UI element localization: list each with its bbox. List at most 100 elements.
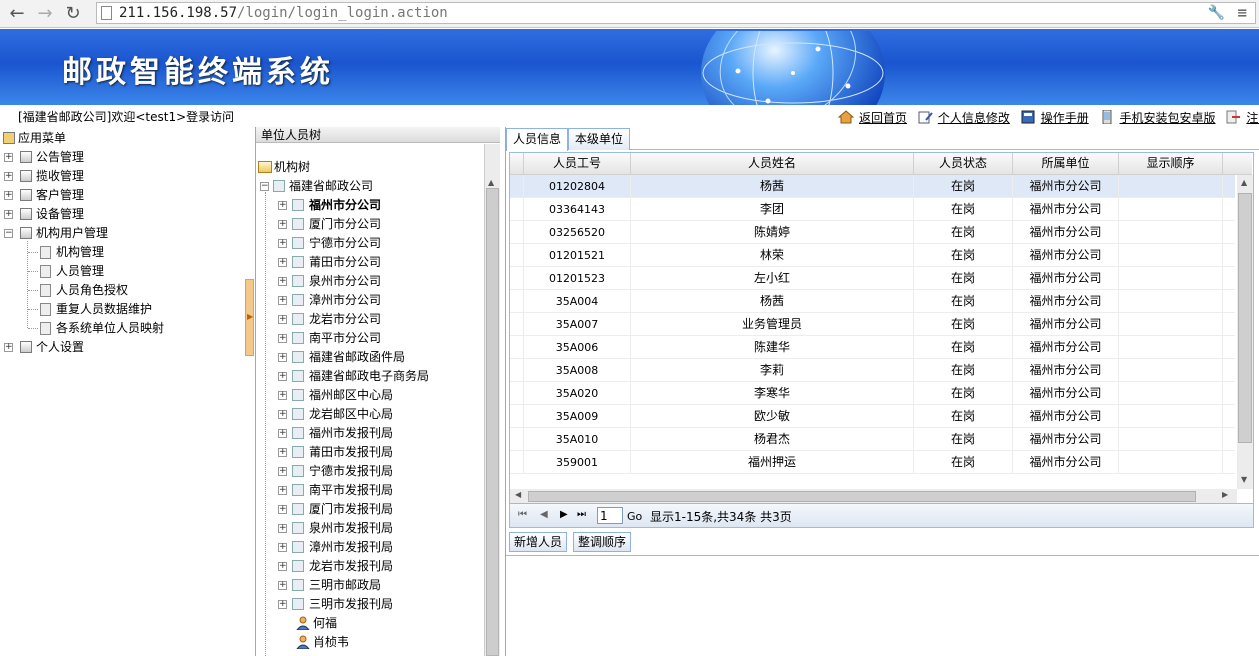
expand-icon[interactable]: + <box>278 277 287 286</box>
menu-group[interactable]: + 揽收管理 <box>0 167 240 186</box>
grid-vscroll-thumb[interactable] <box>1238 193 1252 443</box>
expand-icon[interactable]: + <box>278 258 287 267</box>
grid-hscroll-thumb[interactable] <box>528 491 1196 502</box>
expand-icon[interactable]: + <box>278 391 287 400</box>
expand-icon[interactable]: + <box>278 372 287 381</box>
table-row[interactable]: 35A007 业务管理员 在岗 福州市分公司 <box>510 313 1235 336</box>
page-number-input[interactable] <box>597 507 623 524</box>
table-row[interactable]: 01201523 左小红 在岗 福州市分公司 <box>510 267 1235 290</box>
menu-icon[interactable]: ≡ <box>1237 3 1247 23</box>
reload-icon[interactable]: ↻ <box>62 3 84 25</box>
expand-icon[interactable]: + <box>278 220 287 229</box>
person-label: 肖桢韦 <box>313 635 350 649</box>
expand-icon[interactable]: + <box>4 153 13 162</box>
menu-group[interactable]: + 设备管理 <box>0 205 240 224</box>
menu-item[interactable]: 人员角色授权 <box>0 281 240 300</box>
go-button[interactable]: Go <box>627 510 642 523</box>
column-header[interactable]: 显示顺序 <box>1119 153 1223 174</box>
table-row[interactable]: 03364143 李团 在岗 福州市分公司 <box>510 198 1235 221</box>
home-link[interactable]: 返回首页 <box>838 109 907 126</box>
address-bar[interactable]: 211.156.198.57/login/login_login.action … <box>96 2 1256 24</box>
tab-person-info[interactable]: 人员信息 <box>506 128 569 151</box>
scroll-left-icon[interactable]: ◀ <box>515 490 521 499</box>
expand-icon[interactable]: + <box>278 353 287 362</box>
row-marker <box>510 313 524 336</box>
expand-icon[interactable]: + <box>278 334 287 343</box>
column-header[interactable]: 人员状态 <box>914 153 1013 174</box>
table-row[interactable]: 35A006 陈建华 在岗 福州市分公司 <box>510 336 1235 359</box>
table-cell: 35A008 <box>524 359 631 382</box>
tree-scrollbar[interactable]: ▲ <box>484 144 500 656</box>
org-icon <box>292 256 304 268</box>
scroll-down-icon[interactable]: ▼ <box>1241 475 1247 484</box>
expand-icon[interactable]: + <box>278 600 287 609</box>
collapse-icon[interactable]: − <box>4 229 13 238</box>
scroll-up-icon[interactable]: ▲ <box>1241 178 1247 187</box>
table-row[interactable]: 35A020 李寒华 在岗 福州市分公司 <box>510 382 1235 405</box>
table-row[interactable]: 35A010 杨君杰 在岗 福州市分公司 <box>510 428 1235 451</box>
column-header[interactable]: 所属单位 <box>1013 153 1119 174</box>
table-row[interactable]: 35A008 李莉 在岗 福州市分公司 <box>510 359 1235 382</box>
menu-group[interactable]: + 公告管理 <box>0 148 240 167</box>
expand-icon[interactable]: + <box>278 543 287 552</box>
manual-link[interactable]: 操作手册 <box>1020 109 1089 126</box>
expand-icon[interactable]: + <box>278 467 287 476</box>
menu-group[interactable]: − 机构用户管理 <box>0 224 240 243</box>
column-header[interactable]: 人员工号 <box>524 153 631 174</box>
expand-icon[interactable]: + <box>278 448 287 457</box>
tree-scroll-thumb[interactable] <box>486 188 499 656</box>
expand-icon[interactable]: + <box>278 201 287 210</box>
grid-horizontal-scrollbar[interactable]: ◀ ▶ <box>510 489 1237 503</box>
expand-icon[interactable]: + <box>278 429 287 438</box>
expand-icon[interactable]: + <box>278 486 287 495</box>
column-header[interactable]: 人员姓名 <box>631 153 914 174</box>
next-page-icon[interactable]: ▶ <box>560 509 568 520</box>
android-package-link[interactable]: 手机安装包安卓版 <box>1099 109 1216 126</box>
expand-icon[interactable]: + <box>278 296 287 305</box>
first-page-icon[interactable]: ⏮ <box>518 509 527 520</box>
tree-body: 机构树 − 福建省邮政公司 + 福州市分公司 + 厦门市分公司 + 宁德市分公司 + 莆田市分… <box>256 144 484 656</box>
scroll-right-icon[interactable]: ▶ <box>1222 490 1228 499</box>
menu-item[interactable]: 各系统单位人员映射 <box>0 319 240 338</box>
expand-icon[interactable]: + <box>278 315 287 324</box>
panel-splitter[interactable]: ▶ <box>245 279 254 356</box>
table-row[interactable]: 01201521 林荣 在岗 福州市分公司 <box>510 244 1235 267</box>
menu-item[interactable]: 机构管理 <box>0 243 240 262</box>
menu-group[interactable]: + 客户管理 <box>0 186 240 205</box>
back-arrow-icon[interactable]: ← <box>6 3 28 25</box>
grid-vertical-scrollbar[interactable]: ▲ ▼ <box>1237 175 1253 489</box>
last-page-icon[interactable]: ⏭ <box>577 509 586 520</box>
table-row[interactable]: 01202804 杨茜 在岗 福州市分公司 <box>510 175 1235 198</box>
table-row[interactable]: 35A004 杨茜 在岗 福州市分公司 <box>510 290 1235 313</box>
expand-icon[interactable]: + <box>4 172 13 181</box>
expand-icon[interactable]: + <box>278 562 287 571</box>
expand-icon[interactable]: + <box>278 524 287 533</box>
table-row[interactable]: 03256520 陈婧婷 在岗 福州市分公司 <box>510 221 1235 244</box>
menu-item[interactable]: 人员管理 <box>0 262 240 281</box>
expand-icon[interactable]: + <box>278 505 287 514</box>
forward-arrow-icon[interactable]: → <box>34 3 56 25</box>
menu-item[interactable]: 重复人员数据维护 <box>0 300 240 319</box>
table-row[interactable]: 35A009 欧少敏 在岗 福州市分公司 <box>510 405 1235 428</box>
collapse-arrow-icon[interactable]: ▶ <box>247 312 253 321</box>
collapse-icon[interactable]: − <box>260 182 269 191</box>
menu-group[interactable]: + 个人设置 <box>0 338 240 357</box>
page-icon <box>40 322 51 335</box>
expand-icon[interactable]: + <box>4 343 13 352</box>
prev-page-icon[interactable]: ◀ <box>540 509 548 520</box>
person-label: 何福 <box>313 616 338 630</box>
expand-icon[interactable]: + <box>278 581 287 590</box>
add-person-button[interactable]: 新增人员 <box>509 532 568 552</box>
wrench-icon[interactable]: 🔧 <box>1208 3 1225 23</box>
tab-current-unit[interactable]: 本级单位 <box>568 128 631 150</box>
expand-icon[interactable]: + <box>278 410 287 419</box>
scroll-up-icon[interactable]: ▲ <box>488 178 494 187</box>
expand-icon[interactable]: + <box>4 191 13 200</box>
expand-icon[interactable]: + <box>278 239 287 248</box>
menu-group-label: 公告管理 <box>36 150 85 164</box>
expand-icon[interactable]: + <box>4 210 13 219</box>
edit-profile-link[interactable]: 个人信息修改 <box>917 109 1010 126</box>
logout-link[interactable]: 注销 <box>1225 109 1259 126</box>
reorder-button[interactable]: 整调顺序 <box>573 532 632 552</box>
table-row[interactable]: 359001 福州押运 在岗 福州市分公司 <box>510 451 1235 474</box>
